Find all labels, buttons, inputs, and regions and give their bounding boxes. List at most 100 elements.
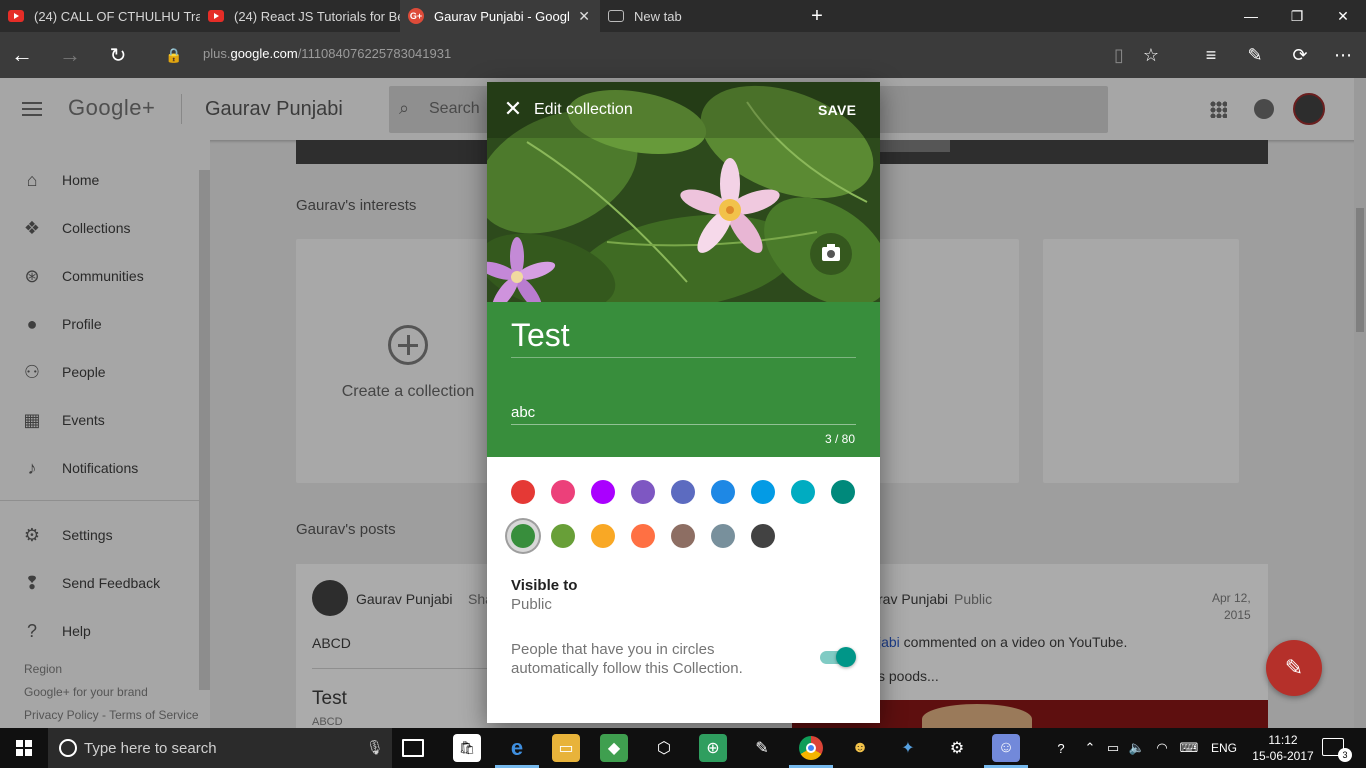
post-author[interactable]: rav Punjabi — [878, 591, 948, 607]
taskbar-search-box[interactable]: Type here to search 🎙 — [48, 728, 392, 768]
sidebar-item-notifications[interactable]: ♪ Notifications — [0, 444, 200, 492]
dialog-toolbar: ✕ Edit collection SAVE — [487, 82, 880, 138]
start-button[interactable] — [0, 728, 48, 768]
toggle-knob[interactable] — [836, 647, 856, 667]
android-studio-icon[interactable]: ◆ — [600, 734, 628, 762]
footer-region-link[interactable]: Region — [24, 662, 62, 676]
auto-follow-toggle[interactable] — [818, 647, 856, 667]
url-field[interactable]: plus.google.com/111084076225783041931 — [203, 46, 451, 61]
browser-tab[interactable]: (24) React JS Tutorials for Be — [200, 0, 400, 32]
sidebar-item-people[interactable]: ⚇ People — [0, 348, 200, 396]
color-swatch[interactable] — [591, 524, 615, 548]
help-tray-icon[interactable]: ? — [1046, 728, 1076, 768]
footer-policy-link[interactable]: Privacy Policy - Terms of Service — [24, 708, 199, 722]
show-hidden-icons[interactable]: ⌃ — [1080, 728, 1100, 768]
new-tab-button[interactable]: + — [800, 0, 834, 32]
notepad-icon[interactable]: ✎ — [748, 734, 776, 762]
sidebar-item-events[interactable]: ▦ Events — [0, 396, 200, 444]
page-scrollbar[interactable] — [1354, 78, 1366, 728]
edge-icon[interactable]: e — [495, 734, 539, 768]
notifications-bell-icon[interactable] — [1254, 99, 1274, 119]
taskbar-clock[interactable]: 11:12 15-06-2017 — [1248, 732, 1318, 764]
store-icon[interactable]: 🛍 — [453, 734, 481, 762]
collection-title-input[interactable]: Test — [511, 317, 570, 354]
collection-description-input[interactable]: abc — [511, 404, 535, 421]
restore-button[interactable]: ❐ — [1274, 0, 1320, 32]
avatar[interactable] — [312, 580, 348, 616]
close-icon[interactable]: ✕ — [501, 96, 525, 121]
color-swatch[interactable] — [591, 480, 615, 504]
action-center-icon[interactable]: 3 — [1322, 738, 1352, 762]
communities-icon: ⊛ — [24, 265, 40, 286]
wifi-icon[interactable]: ◠ — [1150, 728, 1174, 768]
apps-grid-icon[interactable] — [1210, 101, 1227, 118]
scrollbar-thumb[interactable] — [1356, 208, 1364, 332]
sidebar-item-collections[interactable]: ❖ Collections — [0, 204, 200, 252]
close-window-button[interactable]: ✕ — [1320, 0, 1366, 32]
menu-icon[interactable] — [22, 102, 42, 116]
compose-fab[interactable]: ✎ — [1266, 640, 1322, 696]
camera-icon[interactable] — [810, 233, 852, 275]
more-menu-icon[interactable]: ⋯ — [1330, 42, 1356, 68]
color-swatch[interactable] — [711, 524, 735, 548]
web-note-icon[interactable]: ✎ — [1242, 42, 1268, 68]
color-swatch[interactable] — [631, 524, 655, 548]
color-swatch[interactable] — [831, 480, 855, 504]
file-explorer-icon[interactable]: ▭ — [552, 734, 580, 762]
game-icon[interactable]: ☻ — [846, 734, 874, 762]
sidebar-item-profile[interactable]: ● Profile — [0, 300, 200, 348]
account-avatar[interactable] — [1293, 93, 1325, 125]
color-swatch[interactable] — [751, 480, 775, 504]
sidebar-item-help[interactable]: ? Help — [0, 607, 200, 655]
browser-tab[interactable]: (24) CALL OF CTHULHU Trai — [0, 0, 200, 32]
close-tab-icon[interactable]: ✕ — [578, 8, 590, 25]
color-swatch[interactable] — [751, 524, 775, 548]
task-view-icon[interactable] — [402, 739, 424, 757]
browser-tab[interactable]: New tab — [600, 0, 800, 32]
visible-to-value[interactable]: Public — [511, 596, 552, 613]
hub-icon[interactable]: ≡ — [1198, 42, 1224, 68]
color-swatch[interactable] — [551, 480, 575, 504]
post-author-link[interactable]: jabi — [878, 634, 900, 650]
sidebar-item-feedback[interactable]: ❢ Send Feedback — [0, 559, 200, 607]
google-plus-icon: G+ — [408, 8, 424, 24]
collection-cover-image[interactable]: ✕ Edit collection SAVE — [487, 82, 880, 302]
color-swatch[interactable] — [671, 524, 695, 548]
color-swatch[interactable] — [631, 480, 655, 504]
sidebar-item-communities[interactable]: ⊛ Communities — [0, 252, 200, 300]
unity-icon[interactable]: ⬡ — [650, 734, 678, 762]
minimize-button[interactable]: — — [1228, 0, 1274, 32]
color-swatch[interactable] — [791, 480, 815, 504]
back-button[interactable]: ← — [6, 39, 38, 71]
color-swatch[interactable] — [711, 480, 735, 504]
color-swatch[interactable] — [511, 480, 535, 504]
footer-brand-link[interactable]: Google+ for your brand — [24, 685, 148, 699]
color-swatch-selected[interactable] — [511, 524, 535, 548]
volume-icon[interactable]: 🔈 — [1126, 728, 1148, 768]
sidebar-item-settings[interactable]: ⚙ Settings — [0, 511, 200, 559]
color-swatch[interactable] — [551, 524, 575, 548]
chrome-icon[interactable] — [789, 734, 833, 768]
refresh-button[interactable]: ↻ — [102, 39, 134, 71]
sidebar-item-home[interactable]: ⌂ Home — [0, 156, 200, 204]
dialog-title: Edit collection — [534, 101, 633, 118]
rocket-league-icon[interactable]: ✦ — [894, 734, 922, 762]
forward-button[interactable]: → — [54, 39, 86, 71]
discord-icon[interactable]: ☺ — [984, 734, 1028, 768]
sidebar-scrollbar[interactable] — [199, 170, 210, 690]
favorite-star-icon[interactable]: ☆ — [1138, 42, 1164, 68]
upwork-icon[interactable]: ⊕ — [699, 734, 727, 762]
reading-view-icon[interactable]: ▯ — [1106, 42, 1132, 68]
share-icon[interactable]: ⟳ — [1287, 42, 1313, 68]
save-button[interactable]: SAVE — [818, 102, 856, 118]
collection-card[interactable] — [1043, 239, 1239, 483]
language-indicator[interactable]: ENG — [1204, 728, 1244, 768]
keyboard-icon[interactable]: ⌨ — [1176, 728, 1202, 768]
battery-icon[interactable]: ▭ — [1102, 728, 1124, 768]
post-author[interactable]: Gaurav Punjabi — [356, 591, 453, 607]
steam-icon[interactable]: ⚙ — [943, 734, 971, 762]
microphone-icon[interactable]: 🎙 — [366, 739, 384, 756]
color-swatch[interactable] — [671, 480, 695, 504]
browser-tab-active[interactable]: G+ Gaurav Punjabi - Googl ✕ — [400, 0, 600, 32]
google-plus-logo[interactable]: Google+ — [68, 95, 155, 121]
